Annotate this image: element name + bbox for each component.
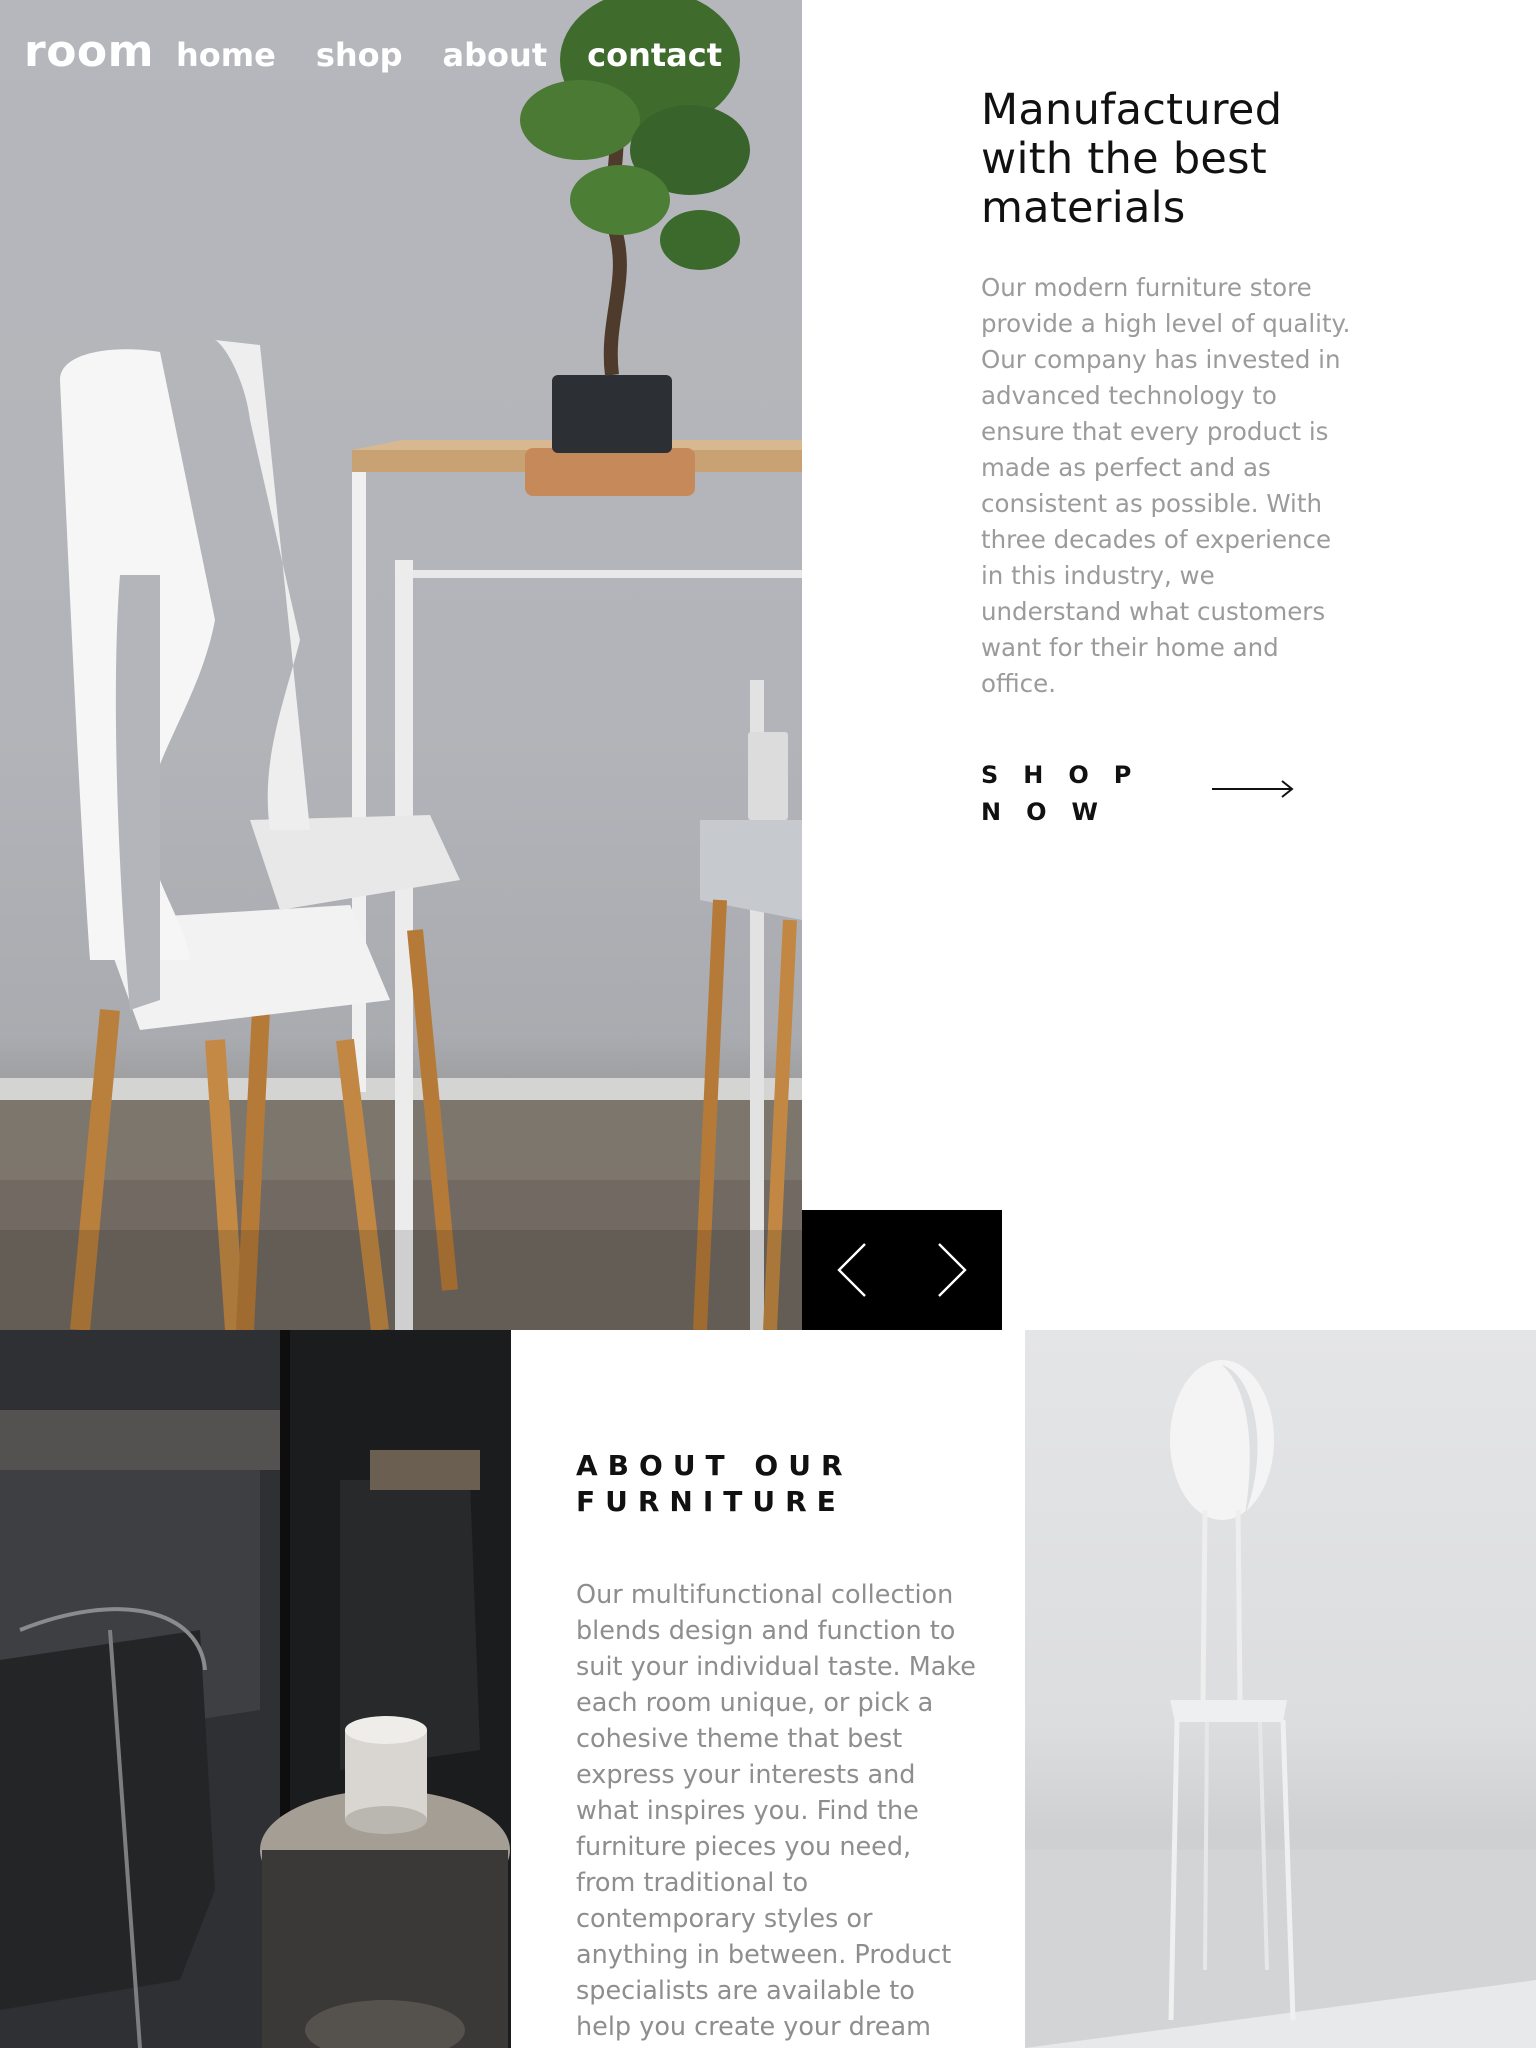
hero-image: room home shop about contact	[0, 0, 802, 1330]
about-title: ABOUT OUR FURNITURE	[576, 1449, 853, 1518]
nav-link-about[interactable]: about	[443, 36, 548, 74]
hero-text: Manufactured with the best materials Our…	[981, 86, 1381, 702]
slider-prev-button[interactable]	[824, 1234, 880, 1306]
hero-title-line-3: materials	[981, 183, 1186, 233]
about-description: Our multifunctional collection blends de…	[576, 1580, 976, 2042]
hero-photo-illustration	[0, 0, 802, 1330]
nav-link-home[interactable]: home	[176, 36, 276, 74]
nav-link-contact[interactable]: contact	[587, 36, 722, 74]
chevron-left-icon	[837, 1243, 866, 1297]
hero-title-line-1: Manufactured	[981, 85, 1283, 135]
hero-title: Manufactured with the best materials	[981, 86, 1381, 233]
white-chair-illustration	[1025, 1360, 1536, 2048]
dark-room-illustration	[0, 1330, 511, 2048]
slider-next-button[interactable]	[924, 1234, 980, 1306]
hero-title-line-2: with the best	[981, 134, 1268, 184]
shop-now-label: SHOP NOW	[981, 761, 1157, 826]
main-nav: room home shop about contact	[24, 26, 762, 77]
nav-link-shop[interactable]: shop	[316, 36, 403, 74]
about-section: ABOUT OUR FURNITURE Our multifunctional …	[511, 1330, 1025, 2048]
dark-room-image	[0, 1330, 511, 2048]
arrow-right-icon	[1212, 780, 1294, 798]
chevron-right-icon	[938, 1243, 967, 1297]
white-chair-image	[1025, 1330, 1536, 2048]
slider-controls	[802, 1210, 1002, 1330]
logo[interactable]: room	[24, 26, 154, 77]
hero-description: Our modern furniture store provide a hig…	[981, 273, 1351, 698]
shop-now-button[interactable]: SHOP NOW	[981, 757, 1301, 826]
